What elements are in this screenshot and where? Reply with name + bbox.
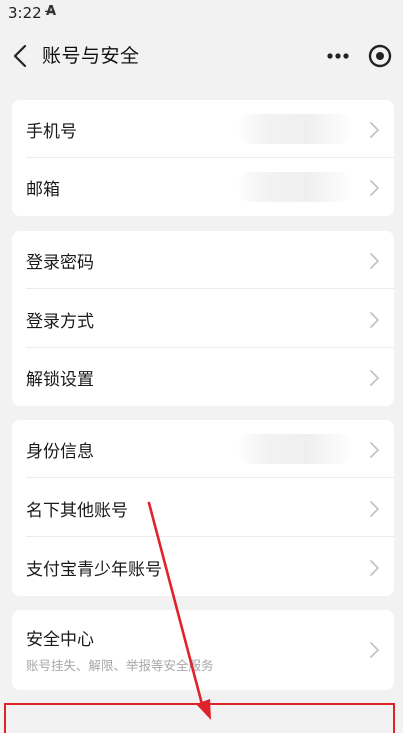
row-unlock-settings[interactable]: 解锁设置 xyxy=(12,348,394,406)
row-label: 支付宝青少年账号 xyxy=(26,560,162,580)
row-phone[interactable]: 手机号 xyxy=(12,100,394,158)
row-label: 登录密码 xyxy=(26,253,94,273)
row-label: 身份信息 xyxy=(26,442,94,462)
hidden-value xyxy=(236,172,354,202)
status-bar: 3:22 A̶ xyxy=(0,0,403,28)
card-identity: 身份信息 名下其他账号 支付宝青少年账号 xyxy=(12,420,394,596)
more-dots-icon[interactable] xyxy=(322,42,354,70)
row-security-center[interactable]: 安全中心 账号挂失、解限、举报等安全服务 xyxy=(12,610,394,690)
hidden-value xyxy=(236,114,354,144)
divider xyxy=(26,477,394,478)
card-security-center: 安全中心 账号挂失、解限、举报等安全服务 xyxy=(12,610,394,690)
row-label: 登录方式 xyxy=(26,312,94,332)
chevron-right-icon xyxy=(370,442,379,458)
chevron-right-icon xyxy=(370,180,379,196)
row-email[interactable]: 邮箱 xyxy=(12,158,394,216)
card-contact: 手机号 邮箱 xyxy=(12,100,394,216)
row-label: 解锁设置 xyxy=(26,370,94,390)
chevron-right-icon xyxy=(370,122,379,138)
chevron-right-icon xyxy=(370,642,379,658)
target-circle-icon[interactable] xyxy=(366,42,394,70)
page-title: 账号与安全 xyxy=(42,45,140,67)
chevron-right-icon xyxy=(370,253,379,269)
row-subtitle: 账号挂失、解限、举报等安全服务 xyxy=(26,658,214,673)
divider xyxy=(26,288,394,289)
chevron-right-icon xyxy=(370,312,379,328)
chevron-left-icon[interactable] xyxy=(8,40,36,72)
nav-bar: 账号与安全 xyxy=(0,28,403,84)
app-notification-icon: A̶ xyxy=(46,4,57,19)
annotation-highlight-box xyxy=(4,703,395,733)
row-label: 手机号 xyxy=(26,122,77,142)
status-time: 3:22 xyxy=(8,4,42,22)
row-label: 安全中心 xyxy=(26,630,94,650)
row-login-password[interactable]: 登录密码 xyxy=(12,231,394,289)
chevron-right-icon xyxy=(370,560,379,576)
row-label: 名下其他账号 xyxy=(26,501,128,521)
row-label: 邮箱 xyxy=(26,180,60,200)
card-login: 登录密码 登录方式 解锁设置 xyxy=(12,231,394,406)
row-identity-info[interactable]: 身份信息 xyxy=(12,420,394,478)
row-other-accounts[interactable]: 名下其他账号 xyxy=(12,479,394,537)
hidden-value xyxy=(236,434,354,464)
chevron-right-icon xyxy=(370,370,379,386)
chevron-right-icon xyxy=(370,501,379,517)
row-teen-account[interactable]: 支付宝青少年账号 xyxy=(12,538,394,596)
divider xyxy=(26,536,394,537)
row-login-method[interactable]: 登录方式 xyxy=(12,290,394,348)
